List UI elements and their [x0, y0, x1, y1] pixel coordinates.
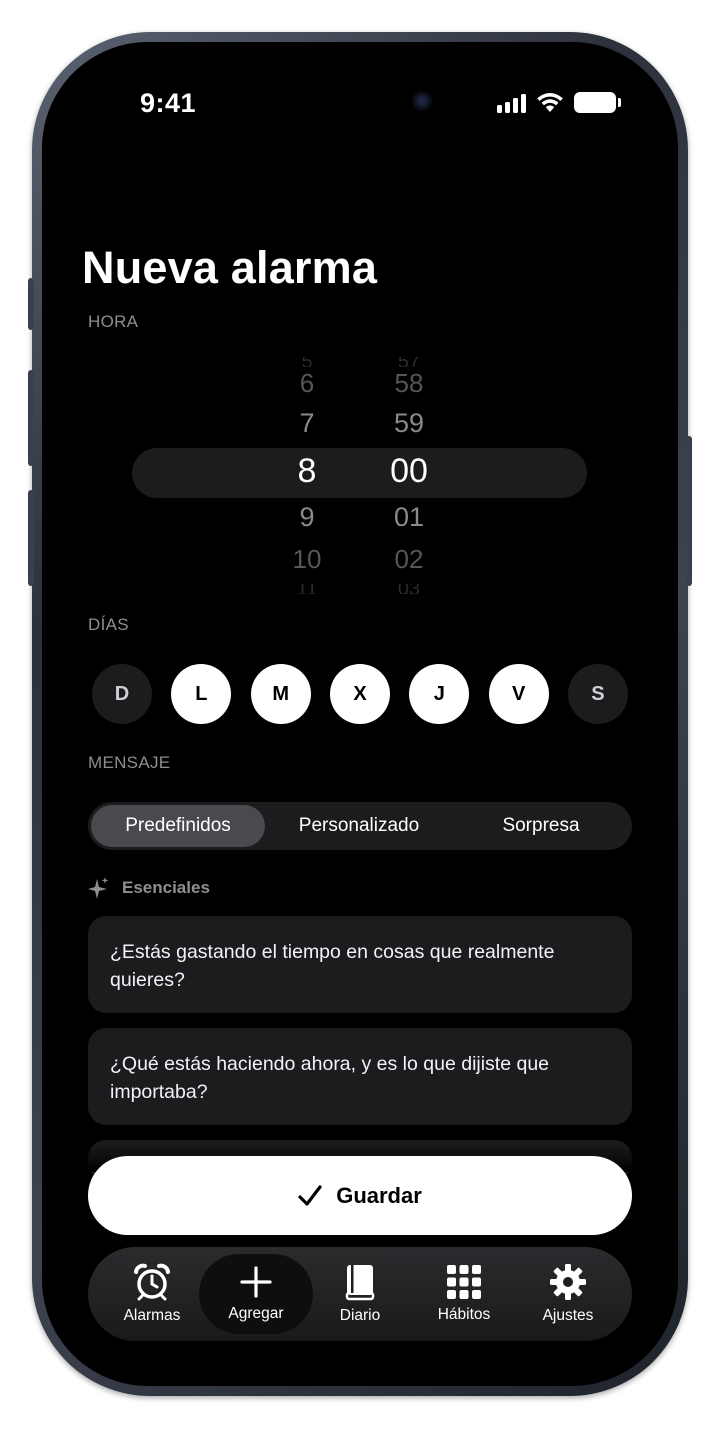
message-option-text: ¿Qué estás haciendo ahora, y es lo que d…	[110, 1053, 550, 1103]
category-label: Esenciales	[122, 878, 210, 897]
action-button	[28, 278, 34, 330]
minute-selected[interactable]: 00	[364, 452, 454, 491]
segment-predefinidos[interactable]: Predefinidos	[91, 805, 265, 847]
tab-label: Agregar	[228, 1305, 284, 1322]
tab-label: Hábitos	[437, 1306, 491, 1323]
dynamic-island	[282, 82, 462, 122]
checkmark-icon	[298, 1184, 322, 1206]
picker-hour-faded-bottom: 11	[262, 584, 352, 594]
hour-option[interactable]: 10	[262, 544, 352, 575]
wifi-icon	[537, 93, 563, 112]
message-section-label: MENSAJE	[88, 753, 171, 772]
message-type-segmented-control: Predefinidos Personalizado Sorpresa	[88, 802, 632, 850]
picker-minute-faded-top: 57	[364, 357, 454, 367]
minute-option[interactable]: 58	[364, 368, 454, 399]
grid-icon	[447, 1265, 481, 1299]
day-toggle-monday[interactable]: L	[171, 664, 232, 724]
picker-selection-highlight	[132, 448, 587, 498]
message-category: Esenciales	[88, 876, 210, 900]
status-time: 9:41	[140, 88, 197, 118]
volume-down-button	[28, 490, 34, 586]
hour-selected[interactable]: 8	[262, 452, 352, 491]
book-icon	[345, 1265, 375, 1301]
day-toggle-friday[interactable]: V	[488, 664, 549, 724]
day-toggle-tuesday[interactable]: M	[250, 664, 311, 724]
screen: 9:41 Nueva alarma HORA 5 57 6 7 8 9 10	[42, 42, 678, 1386]
minute-option[interactable]: 01	[364, 502, 454, 533]
tab-label: Ajustes	[542, 1307, 594, 1324]
status-icons	[497, 92, 621, 113]
picker-minute-faded-bottom: 03	[364, 584, 454, 594]
message-option-text: ¿Estás gastando el tiempo en cosas que r…	[110, 941, 555, 991]
hour-option[interactable]: 6	[262, 368, 352, 399]
tab-ajustes[interactable]: Ajustes	[516, 1247, 620, 1341]
time-section-label: HORA	[88, 312, 139, 331]
segment-personalizado[interactable]: Personalizado	[268, 805, 450, 847]
battery-icon	[574, 92, 621, 113]
tab-diario[interactable]: Diario	[308, 1247, 412, 1341]
day-toggle-sunday[interactable]: D	[92, 664, 152, 724]
page-title: Nueva alarma	[82, 242, 378, 293]
minute-option[interactable]: 02	[364, 544, 454, 575]
day-toggle-saturday[interactable]: S	[567, 664, 628, 724]
plus-icon	[240, 1266, 272, 1298]
status-bar: 9:41	[42, 42, 678, 162]
time-picker[interactable]: 5 57 6 7 8 9 10 58 59 00 01 02 11 03	[42, 352, 678, 594]
segment-sorpresa[interactable]: Sorpresa	[452, 805, 630, 847]
alarm-clock-icon	[134, 1263, 170, 1301]
save-button-label: Guardar	[336, 1182, 422, 1208]
message-option[interactable]: ¿Qué estás haciendo ahora, y es lo que d…	[88, 1028, 632, 1125]
tab-alarmas[interactable]: Alarmas	[100, 1247, 204, 1341]
front-camera	[412, 91, 432, 111]
save-button[interactable]: Guardar	[88, 1156, 632, 1235]
picker-hour-faded-top: 5	[262, 357, 352, 367]
days-section-label: DÍAS	[88, 615, 129, 634]
tab-label: Alarmas	[123, 1307, 181, 1324]
message-option[interactable]: ¿Estás gastando el tiempo en cosas que r…	[88, 916, 632, 1013]
sparkle-icon	[88, 877, 109, 899]
tab-agregar[interactable]: Agregar	[199, 1254, 313, 1334]
day-toggle-wednesday[interactable]: X	[329, 664, 390, 724]
volume-up-button	[28, 370, 34, 466]
tab-bar: Alarmas Agregar Diario Hábitos Ajustes	[88, 1247, 632, 1341]
tab-label: Diario	[339, 1307, 381, 1324]
minute-option[interactable]: 59	[364, 408, 454, 439]
day-toggle-thursday[interactable]: J	[409, 664, 470, 724]
hour-option[interactable]: 7	[262, 408, 352, 439]
day-selector: D L M X J V S	[92, 664, 628, 724]
hour-option[interactable]: 9	[262, 502, 352, 533]
power-button	[686, 436, 692, 586]
tab-habitos[interactable]: Hábitos	[412, 1247, 516, 1341]
cellular-signal-icon	[497, 93, 526, 113]
gear-icon	[550, 1264, 586, 1300]
